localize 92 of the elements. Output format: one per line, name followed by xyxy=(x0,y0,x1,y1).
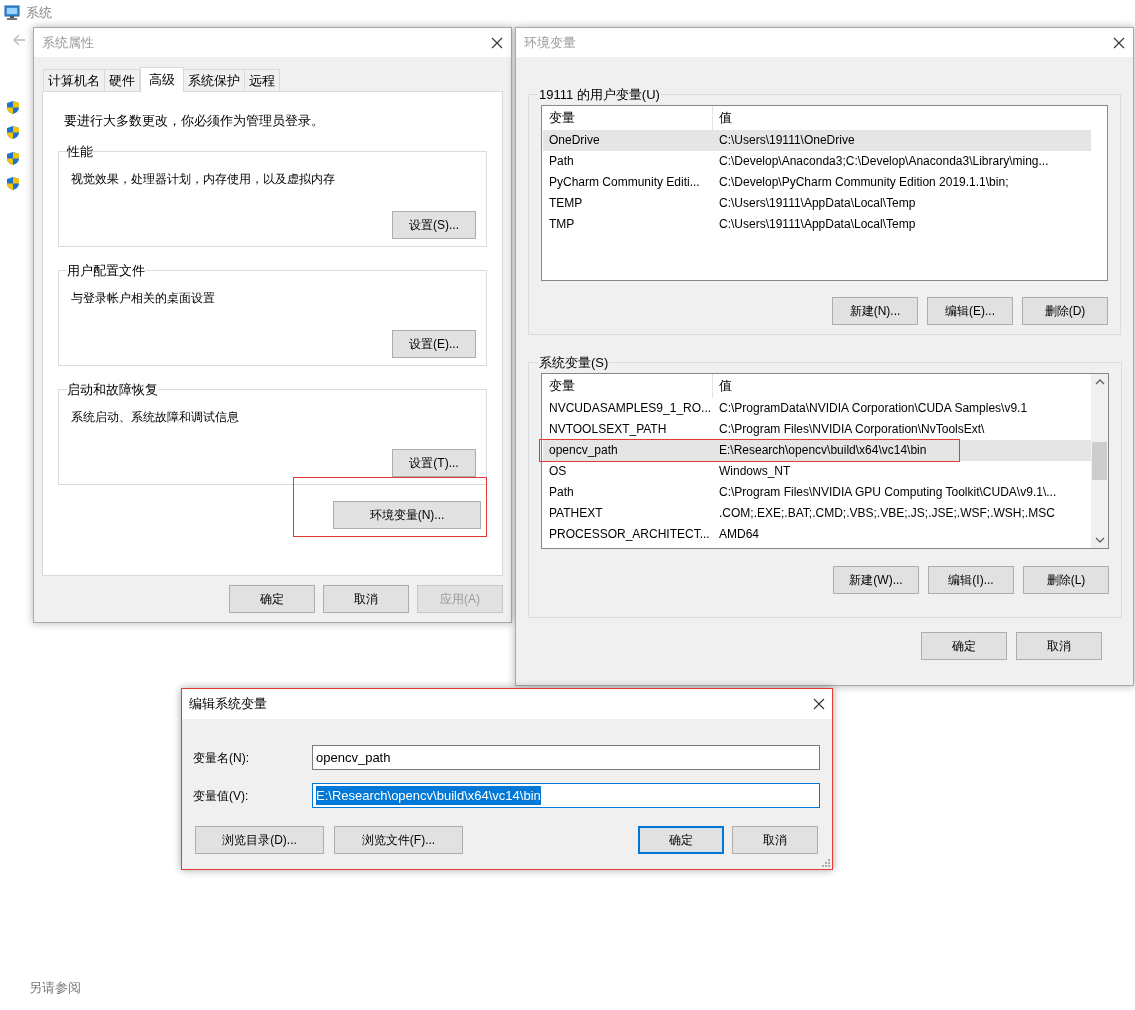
dialog-button[interactable]: 删除(D) xyxy=(1022,296,1108,325)
tab[interactable]: 远程 xyxy=(244,69,280,91)
section-heading: 另请参阅 xyxy=(29,979,81,997)
column-header[interactable]: 变量 xyxy=(543,105,713,130)
list-row[interactable]: NVTOOLSEXT_PATH C:\Program Files\NVIDIA Corporation\NvToolsExt\ xyxy=(543,418,1091,440)
scroll-thumb[interactable] xyxy=(1092,441,1107,480)
dialog-button[interactable]: 浏览目录(D)... xyxy=(195,826,324,854)
list-row[interactable]: TMP C:\Users\19111\AppData\Local\Temp xyxy=(543,213,1091,235)
list-row[interactable]: PATHEXT .COM;.EXE;.BAT;.CMD;.VBS;.VBE;.JS;.JSE;.WSF;.WSH;.MSC xyxy=(543,502,1091,524)
shield-icon xyxy=(6,100,20,115)
list-row[interactable]: Path C:\Develop\Anaconda3;C:\Develop\Anaconda3\Library\ming... xyxy=(543,150,1091,172)
table-cell-text: C:\ProgramData\NVIDIA Corporation\CUDA Samples\v9.1 xyxy=(718,400,1029,417)
close-icon[interactable] xyxy=(491,36,503,49)
table-cell-text: Windows_NT xyxy=(718,463,792,480)
list-row[interactable]: Path C:\Program Files\NVIDIA GPU Computing Toolkit\CUDA\v9.1\... xyxy=(543,481,1091,503)
shield-icon xyxy=(6,125,20,140)
dialog-button[interactable]: 删除(L) xyxy=(1023,565,1109,594)
table-cell-text: TMP xyxy=(548,216,576,233)
dialog-button[interactable]: 编辑(E)... xyxy=(927,296,1013,325)
window-title: 编辑系统变量 xyxy=(189,695,267,714)
group-title: 性能 xyxy=(67,142,93,161)
dialog-button[interactable]: 取消 xyxy=(323,585,409,613)
group-title: 用户配置文件 xyxy=(67,261,145,280)
table-cell-text: PATHEXT xyxy=(548,505,604,522)
window-title: 系统属性 xyxy=(42,33,94,52)
column-header[interactable]: 值 xyxy=(713,105,1091,130)
table-cell-text: NVTOOLSEXT_PATH xyxy=(548,421,668,438)
table-cell-text: C:\Develop\Anaconda3;C:\Develop\Anaconda3\Library\ming... xyxy=(718,153,1050,170)
group-description: 系统启动、系统故障和调试信息 xyxy=(71,409,240,426)
dialog-button[interactable]: 环境变量(N)... xyxy=(333,500,481,529)
table-cell-text: C:\Users\19111\OneDrive xyxy=(718,132,856,149)
notice-text: 要进行大多数更改，你必须作为管理员登录。 xyxy=(63,112,325,130)
group-title: 系统变量(S) xyxy=(538,354,610,372)
dialog-button[interactable]: 新建(W)... xyxy=(833,565,919,594)
table-cell-text: .COM;.EXE;.BAT;.CMD;.VBS;.VBE;.JS;.JSE;.WSF;.WSH;.MSC xyxy=(718,505,1056,522)
dialog-button[interactable]: 确定 xyxy=(229,585,315,613)
table-cell-text: C:\Program Files\NVIDIA GPU Computing Toolkit\CUDA\v9.1\... xyxy=(718,484,1058,501)
dialog-button[interactable]: 确定 xyxy=(638,826,724,854)
tab[interactable]: 计算机名 xyxy=(43,69,105,91)
scrollbar[interactable] xyxy=(1091,373,1108,548)
table-cell-text: C:\Develop\PyCharm Community Edition 2019.1.1\bin; xyxy=(718,174,1010,191)
table-cell-text: TEMP xyxy=(548,195,584,212)
dialog-button[interactable]: 浏览文件(F)... xyxy=(334,826,463,854)
table-cell-text: PyCharm Community Editi... xyxy=(548,174,701,191)
table-cell-text: OneDrive xyxy=(548,132,601,149)
list-row[interactable]: NVCUDASAMPLES9_1_RO... C:\ProgramData\NVIDIA Corporation\CUDA Samples\v9.1 xyxy=(543,397,1091,419)
dialog-button[interactable]: 新建(N)... xyxy=(832,296,918,325)
table-cell-text: C:\Users\19111\AppData\Local\Temp xyxy=(718,216,917,233)
list-row[interactable]: TEMP C:\Users\19111\AppData\Local\Temp xyxy=(543,192,1091,214)
dialog-button[interactable]: 设置(S)... xyxy=(392,211,476,239)
column-header[interactable]: 值 xyxy=(713,373,1091,398)
group-description: 与登录帐户相关的桌面设置 xyxy=(71,290,216,307)
window-title: 环境变量 xyxy=(524,33,576,52)
scroll-down-icon[interactable] xyxy=(1094,535,1105,544)
dialog-button[interactable]: 确定 xyxy=(921,632,1007,660)
input-field[interactable]: opencv_path xyxy=(312,745,820,770)
list-row[interactable]: OneDrive C:\Users\19111\OneDrive xyxy=(543,129,1091,151)
shield-icon xyxy=(6,151,20,166)
close-icon[interactable] xyxy=(813,698,825,710)
dialog-button[interactable]: 取消 xyxy=(732,826,818,854)
tab[interactable]: 硬件 xyxy=(104,69,140,91)
dialog-button[interactable]: 设置(T)... xyxy=(392,449,476,477)
column-header[interactable]: 变量 xyxy=(543,373,713,398)
table-cell-text: AMD64 xyxy=(718,526,760,543)
dialog-button[interactable]: 取消 xyxy=(1016,632,1102,660)
shield-icon xyxy=(6,176,20,191)
group-title: 19111 的用户变量(U) xyxy=(538,86,661,104)
window-title: 系统 xyxy=(26,4,52,22)
group-title: 启动和故障恢复 xyxy=(67,380,158,399)
list-row[interactable]: OS Windows_NT xyxy=(543,460,1091,482)
tab[interactable]: 高级 xyxy=(140,67,184,92)
resize-grip-icon[interactable] xyxy=(821,858,831,868)
monitor-icon xyxy=(4,4,20,21)
table-cell-text: PROCESSOR_ARCHITECT... xyxy=(548,526,711,543)
table-cell-text: NVCUDASAMPLES9_1_RO... xyxy=(548,400,713,417)
table-cell-text: Path xyxy=(548,153,575,170)
list-row[interactable]: PROCESSOR_ARCHITECT... AMD64 xyxy=(543,523,1091,545)
field-label: 变量值(V): xyxy=(193,787,250,805)
list-row[interactable]: PyCharm Community Editi... C:\Develop\PyCharm Community Edition 2019.1.1\bin; xyxy=(543,171,1091,193)
table-cell-text: E:\Research\opencv\build\x64\vc14\bin xyxy=(718,442,928,459)
dialog-button[interactable]: 设置(E)... xyxy=(392,330,476,358)
input-field[interactable]: E:\Research\opencv\build\x64\vc14\bin xyxy=(312,783,820,808)
scroll-up-icon[interactable] xyxy=(1094,377,1105,386)
table-cell-text: opencv_path xyxy=(548,442,619,459)
dialog-button[interactable]: 编辑(I)... xyxy=(928,565,1014,594)
field-label: 变量名(N): xyxy=(193,749,250,767)
close-icon[interactable] xyxy=(1113,36,1125,49)
table-cell-text: C:\Program Files\NVIDIA Corporation\NvToolsExt\ xyxy=(718,421,986,438)
table-cell-text: C:\Users\19111\AppData\Local\Temp xyxy=(718,195,917,212)
table-cell-text: Path xyxy=(548,484,575,501)
group-description: 视觉效果，处理器计划，内存使用，以及虚拟内存 xyxy=(71,171,336,188)
table-cell-text: OS xyxy=(548,463,568,480)
